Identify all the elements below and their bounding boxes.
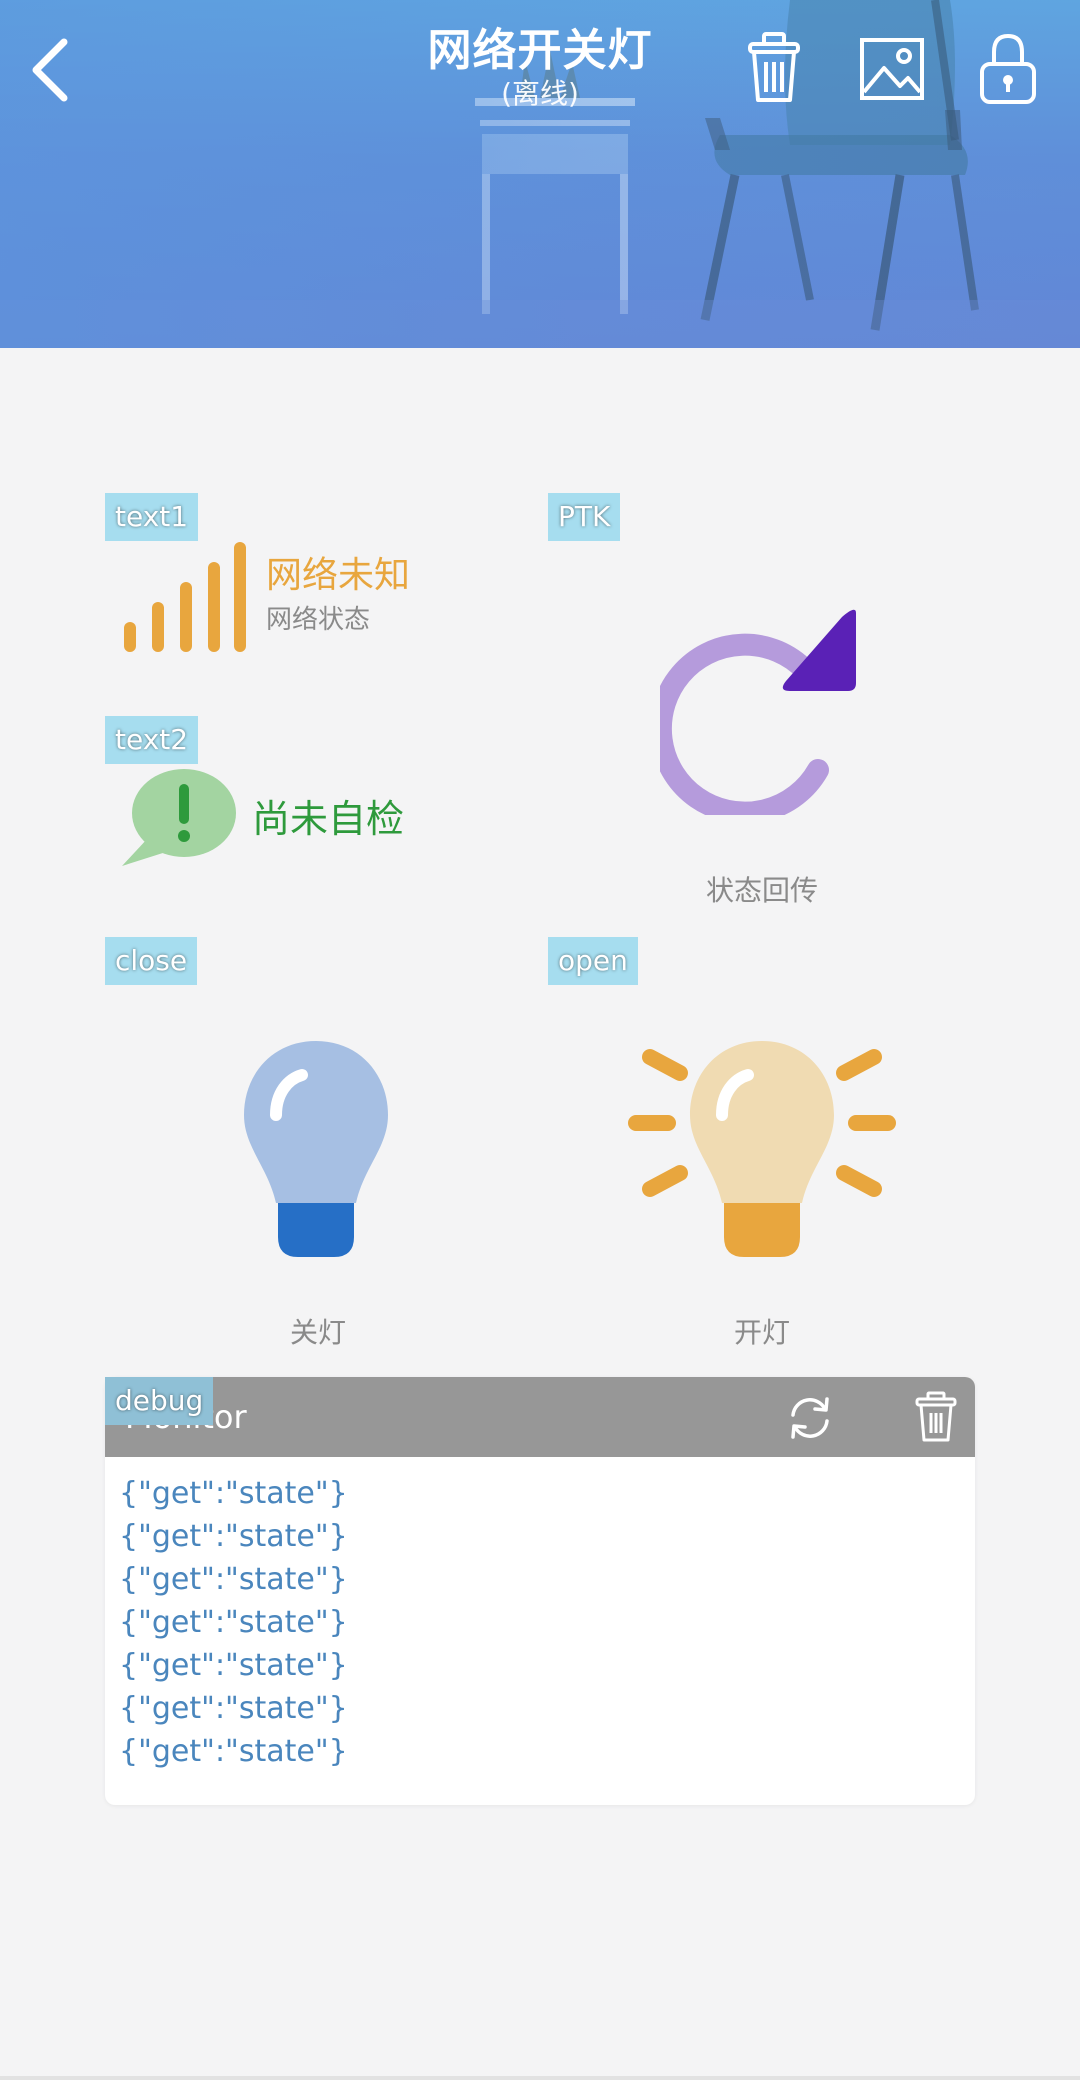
log-line: {"get":"state"} (119, 1648, 348, 1683)
bottom-divider (0, 2076, 1080, 2080)
image-icon[interactable] (856, 30, 928, 106)
refresh-icon[interactable] (660, 605, 870, 815)
log-line: {"get":"state"} (119, 1476, 348, 1511)
signal-bars-icon (124, 542, 246, 652)
monitor-log: {"get":"state"} {"get":"state"} {"get":"… (119, 1472, 348, 1773)
widget-tag-text2: text2 (105, 716, 199, 764)
monitor-clear-icon[interactable] (913, 1391, 959, 1443)
connection-status: (离线) (501, 77, 579, 110)
title-block: 网络开关灯 (离线) (340, 24, 740, 110)
bulb-on-icon[interactable] (626, 1035, 898, 1260)
widget-tag-close: close (105, 937, 198, 985)
close-label: 关灯 (289, 1316, 346, 1349)
widget-tag-ptk: PTK (548, 493, 621, 541)
back-chevron-icon[interactable] (22, 30, 86, 110)
network-status-text: 网络未知 (266, 555, 411, 596)
log-line: {"get":"state"} (119, 1519, 348, 1554)
log-line: {"get":"state"} (119, 1691, 348, 1726)
page-title: 网络开关灯 (427, 25, 653, 76)
lock-icon[interactable] (972, 30, 1044, 106)
monitor-refresh-icon[interactable] (785, 1393, 835, 1443)
log-line: {"get":"state"} (119, 1734, 348, 1769)
trash-icon[interactable] (738, 30, 810, 106)
widget-tag-text1: text1 (105, 493, 199, 541)
network-status-caption: 网络状态 (266, 605, 371, 635)
header: 网络开关灯 (离线) (0, 0, 1080, 348)
open-label: 开灯 (733, 1316, 790, 1349)
monitor-header: Monitor (105, 1377, 975, 1457)
widget-tag-debug: debug (105, 1377, 214, 1425)
monitor-panel: Monitor {"get":"state"} {"get":"state"} … (105, 1377, 975, 1805)
bulb-off-icon[interactable] (236, 1035, 396, 1260)
widget-tag-open: open (548, 937, 638, 985)
alert-bubble-icon (122, 769, 236, 866)
self-check-status: 尚未自检 (252, 797, 405, 841)
log-line: {"get":"state"} (119, 1605, 348, 1640)
ptk-label: 状态回传 (705, 874, 818, 907)
log-line: {"get":"state"} (119, 1562, 348, 1597)
